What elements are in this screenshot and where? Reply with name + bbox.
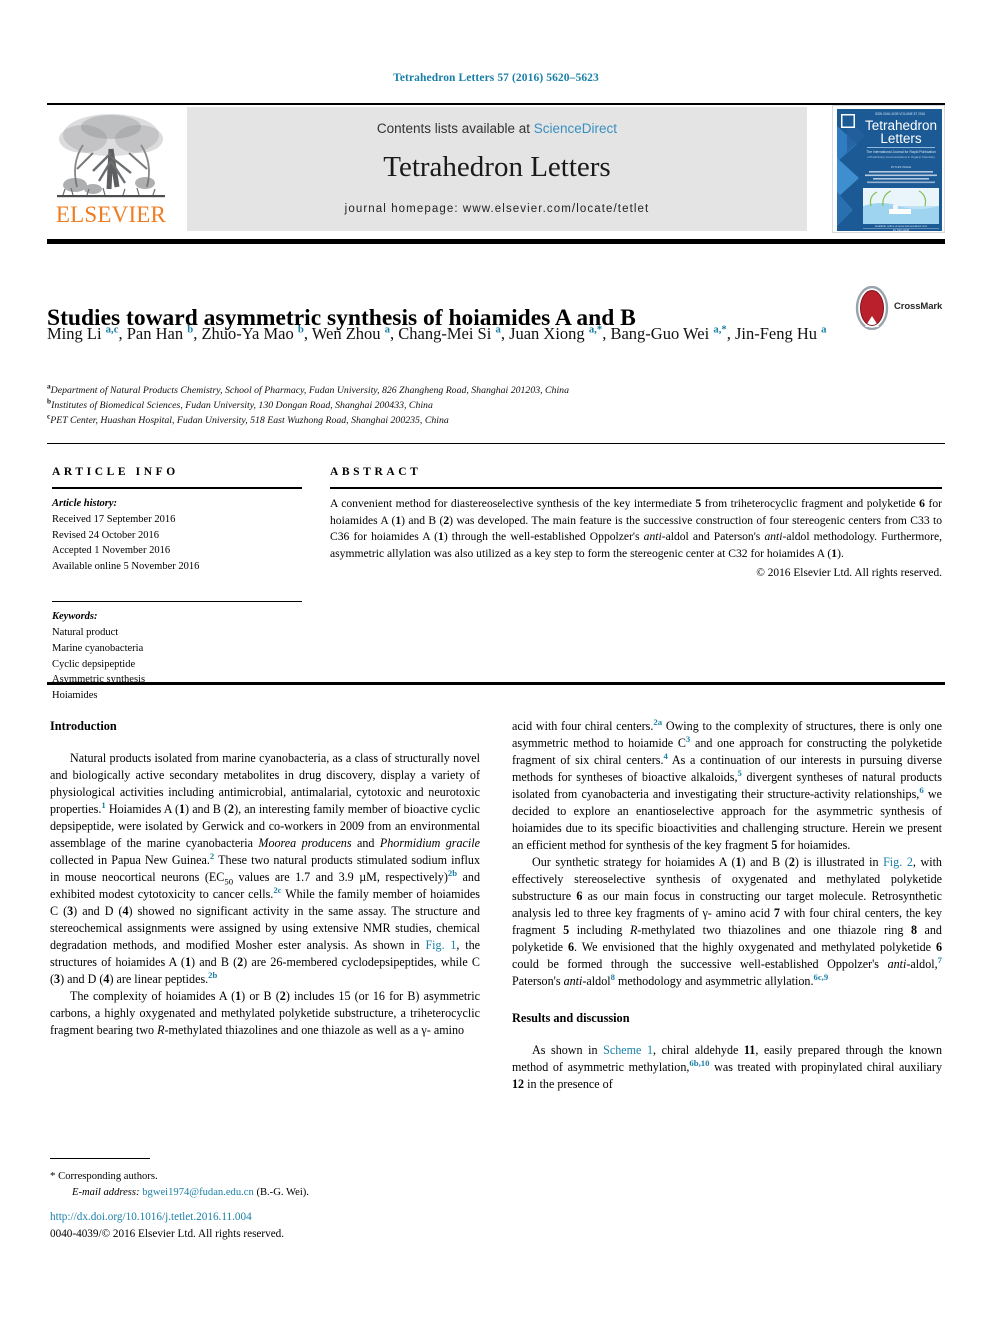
email-label: E-mail address: xyxy=(72,1186,140,1198)
contents-available-line: Contents lists available at ScienceDirec… xyxy=(187,121,807,136)
affiliation-list: aDepartment of Natural Products Chemistr… xyxy=(47,383,927,429)
info-band-top-rule xyxy=(47,443,945,444)
history-accepted: Accepted 1 November 2016 xyxy=(52,545,171,557)
body-paragraph: As shown in Scheme 1, chiral aldehyde 11… xyxy=(512,1043,943,1091)
svg-text:ISSN 0040-4039 VOLUME 57 2016: ISSN 0040-4039 VOLUME 57 2016 xyxy=(875,112,926,116)
abstract-heading: ABSTRACT xyxy=(330,466,422,478)
affiliation-text: Institutes of Biomedical Sciences, Fudan… xyxy=(51,399,433,411)
article-first-page: Tetrahedron Letters 57 (2016) 5620–5623 xyxy=(0,0,992,1323)
svg-text:Available online at www.scienc: Available online at www.sciencedirect.co… xyxy=(875,224,928,228)
body-column-right: acid with four chiral centers.2a Owing t… xyxy=(512,718,942,1093)
info-band-bottom-rule xyxy=(47,682,945,685)
article-info-rule xyxy=(52,487,302,489)
history-received: Received 17 September 2016 xyxy=(52,513,176,525)
sciencedirect-link[interactable]: ScienceDirect xyxy=(534,121,617,136)
keyword-item: Marine cyanobacteria xyxy=(52,642,144,654)
running-head: Tetrahedron Letters 57 (2016) 5620–5623 xyxy=(393,72,599,84)
footnote-block: * Corresponding authors. E-mail address:… xyxy=(50,1168,480,1201)
abstract-rule xyxy=(330,487,942,489)
affiliation-text: PET Center, Huashan Hospital, Fudan Univ… xyxy=(50,414,449,426)
article-info-heading: ARTICLE INFO xyxy=(52,466,179,478)
corresponding-author-note: * Corresponding authors. xyxy=(50,1168,480,1185)
keyword-item: Cyclic depsipeptide xyxy=(52,658,136,670)
abstract-copyright: © 2016 Elsevier Ltd. All rights reserved… xyxy=(756,566,942,579)
elsevier-logo: ELSEVIER xyxy=(47,107,175,233)
keywords-label: Keywords: xyxy=(52,611,98,623)
keyword-item: Hoiamides xyxy=(52,690,98,701)
author-list: Ming Li a,c, Pan Han b, Zhuo-Ya Mao b, W… xyxy=(47,323,827,343)
keyword-item: Natural product xyxy=(52,627,119,638)
article-history-label: Article history: xyxy=(52,498,118,509)
body-column-left: Introduction Natural products isolated f… xyxy=(50,718,480,1039)
crossmark-label: CrossMark xyxy=(894,301,943,312)
body-paragraph: Our synthetic strategy for hoiamides A (… xyxy=(512,854,943,988)
svg-text:ELSEVIER: ELSEVIER xyxy=(893,229,910,233)
affiliation-item: cPET Center, Huashan Hospital, Fudan Uni… xyxy=(47,412,927,429)
keyword-item: Asymmetric synthesis xyxy=(52,674,146,686)
article-info-block: ARTICLE INFO Article history: Received 1… xyxy=(52,466,302,704)
corresponding-author-text: Corresponding authors. xyxy=(58,1171,158,1182)
svg-text:The International Journal for: The International Journal for Rapid Publ… xyxy=(866,150,936,154)
affiliation-item: bInstitutes of Biomedical Sciences, Fuda… xyxy=(47,397,927,414)
masthead-center-panel: Contents lists available at ScienceDirec… xyxy=(187,107,807,231)
affiliation-item: aDepartment of Natural Products Chemistr… xyxy=(47,383,927,399)
email-note: E-mail address: bgwei1974@fudan.edu.cn (… xyxy=(50,1185,480,1201)
asterisk-icon: * xyxy=(50,1170,56,1182)
body-paragraph: acid with four chiral centers.2a Owing t… xyxy=(512,716,943,852)
keywords-rule xyxy=(52,600,302,603)
svg-text:of Preliminary Communications: of Preliminary Communications in Organic… xyxy=(867,155,935,159)
section-heading-results: Results and discussion xyxy=(512,1010,630,1025)
journal-cover-image: ISSN 0040-4039 VOLUME 57 2016 Tetrahedro… xyxy=(833,106,944,233)
footnote-rule xyxy=(50,1158,150,1160)
issn-copyright: 0040-4039/© 2016 Elsevier Ltd. All right… xyxy=(50,1228,285,1240)
affiliation-text: Department of Natural Products Chemistry… xyxy=(50,385,569,396)
body-paragraph: Natural products isolated from marine cy… xyxy=(50,751,481,987)
elsevier-wordmark: ELSEVIER xyxy=(55,202,167,227)
journal-cover-thumbnail[interactable]: ISSN 0040-4039 VOLUME 57 2016 Tetrahedro… xyxy=(832,105,945,233)
section-heading-introduction: Introduction xyxy=(50,719,117,733)
doi-link[interactable]: http://dx.doi.org/10.1016/j.tetlet.2016.… xyxy=(50,1209,252,1225)
abstract-block: ABSTRACT A convenient method for diaster… xyxy=(330,466,942,579)
body-paragraph: The complexity of hoiamides A (1) or B (… xyxy=(50,989,480,1038)
journal-homepage-link[interactable]: journal homepage: www.elsevier.com/locat… xyxy=(187,203,807,215)
email-owner: (B.-G. Wei). xyxy=(256,1186,309,1198)
abstract-text: A convenient method for diastereoselecti… xyxy=(330,497,942,561)
masthead-bottom-rule xyxy=(47,239,945,244)
history-available-online: Available online 5 November 2016 xyxy=(52,561,200,572)
svg-text:IN THIS ISSUE: IN THIS ISSUE xyxy=(891,165,911,169)
email-link[interactable]: bgwei1974@fudan.edu.cn xyxy=(142,1187,254,1198)
elsevier-tree-icon xyxy=(57,114,165,198)
svg-text:Letters: Letters xyxy=(880,131,922,146)
history-revised: Revised 24 October 2016 xyxy=(52,529,160,541)
journal-title: Tetrahedron Letters xyxy=(383,151,611,183)
contents-prefix: Contents lists available at xyxy=(376,121,531,136)
journal-masthead: ELSEVIER Contents lists available at Sci… xyxy=(47,105,945,233)
